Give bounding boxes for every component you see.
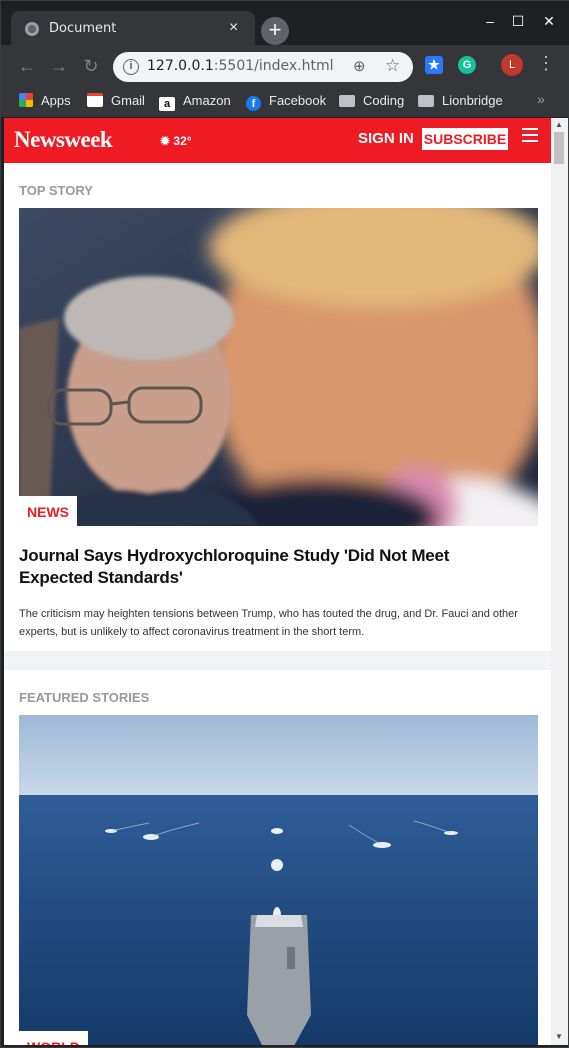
bookmark-coding[interactable]: Coding (339, 91, 404, 111)
bookmark-label: Coding (363, 93, 405, 108)
url-text: 127.0.0.1:5501/index.html (147, 58, 334, 74)
grammarly-icon[interactable]: G (458, 56, 476, 74)
bookmarks-overflow-icon[interactable]: » (537, 91, 545, 107)
category-badge[interactable]: WORLD (19, 1031, 88, 1045)
subscribe-button[interactable]: SUBSCRIBE > (422, 128, 508, 169)
tab-strip: Document × + – ☐ ✕ (1, 1, 569, 45)
sun-icon: ✹ (160, 134, 171, 148)
top-story-headline[interactable]: Journal Says Hydroxychloroquine Study 'D… (19, 545, 519, 589)
bookmark-apps[interactable]: Apps (19, 91, 71, 111)
apps-grid-icon (19, 93, 33, 107)
weather-widget[interactable]: ✹ 32° (160, 134, 192, 148)
back-arrow-icon[interactable]: ← (15, 54, 39, 78)
bookmark-label: Lionbridge (442, 93, 503, 108)
top-story-image[interactable]: NEWS (19, 208, 538, 526)
browser-tab[interactable]: Document × (11, 11, 255, 45)
top-story-summary: The criticism may heighten tensions betw… (19, 608, 518, 638)
maximize-button[interactable]: ☐ (507, 13, 529, 30)
scroll-down-arrow-icon[interactable]: ▼ (555, 1032, 563, 1041)
page-viewport: Newsweek ✹ 32° SIGN IN SUBSCRIBE > TOP S… (4, 118, 551, 1045)
reload-icon[interactable]: ↻ (79, 54, 103, 78)
featured-story-photo (19, 715, 538, 1045)
folder-icon (418, 95, 434, 107)
gmail-icon (87, 93, 103, 107)
hamburger-menu-icon[interactable] (522, 128, 538, 144)
section-label: TOP STORY (19, 183, 93, 198)
bookmark-star-icon[interactable]: ☆ (385, 56, 400, 76)
url-path: :5501/index.html (213, 58, 334, 74)
zoom-icon[interactable]: ⊕ (353, 57, 366, 75)
extension-star-icon[interactable]: ★ (425, 56, 443, 74)
top-story-photo (19, 208, 538, 526)
bookmark-facebook[interactable]: f Facebook (246, 91, 326, 111)
bookmark-label: Facebook (269, 93, 327, 108)
top-story-section: TOP STORY NEWS Journal Says Hydroxychlor… (4, 163, 551, 651)
site-header: Newsweek ✹ 32° SIGN IN SUBSCRIBE > (4, 118, 551, 169)
globe-icon (25, 22, 39, 36)
browser-window: Document × + – ☐ ✕ ← → ↻ i 127.0.0.1:550… (0, 0, 569, 1048)
tab-close-icon[interactable]: × (229, 18, 238, 38)
bookmark-lionbridge[interactable]: Lionbridge (418, 91, 503, 111)
info-icon[interactable]: i (123, 59, 139, 75)
minimize-button[interactable]: – (479, 13, 501, 29)
scroll-up-arrow-icon[interactable]: ▲ (555, 120, 563, 129)
amazon-icon: a (159, 97, 175, 111)
section-label: FEATURED STORIES (19, 690, 150, 705)
bookmark-amazon[interactable]: a Amazon (159, 91, 231, 111)
weather-temp: 32° (173, 134, 192, 148)
featured-stories-section: FEATURED STORIES (4, 670, 551, 1045)
featured-story-image[interactable]: WORLD (19, 715, 538, 1045)
facebook-icon: f (246, 96, 261, 111)
page-scrollbar[interactable]: ▲ ▼ (551, 118, 568, 1045)
bookmark-label: Gmail (111, 93, 145, 108)
site-logo[interactable]: Newsweek (14, 127, 113, 153)
folder-icon (339, 95, 355, 107)
profile-avatar[interactable]: L (501, 54, 523, 76)
forward-arrow-icon[interactable]: → (47, 54, 71, 78)
url-host: 127.0.0.1 (147, 58, 214, 74)
bookmark-label: Amazon (183, 93, 231, 108)
new-tab-button[interactable]: + (261, 17, 289, 45)
bookmark-gmail[interactable]: Gmail (87, 91, 145, 111)
browser-menu-icon[interactable]: ⋮ (537, 53, 555, 74)
tab-title: Document (49, 21, 117, 36)
category-badge[interactable]: NEWS (19, 496, 77, 526)
bookmarks-bar: Apps Gmail a Amazon f Facebook Coding Lion… (1, 87, 569, 117)
scroll-thumb[interactable] (554, 132, 564, 164)
close-window-button[interactable]: ✕ (538, 13, 560, 30)
address-bar[interactable]: i 127.0.0.1:5501/index.html ⊕ ☆ (113, 52, 413, 82)
bookmark-label: Apps (41, 93, 71, 108)
browser-toolbar: ← → ↻ i 127.0.0.1:5501/index.html ⊕ ☆ ★ … (1, 45, 569, 87)
sign-in-link[interactable]: SIGN IN (358, 130, 414, 147)
